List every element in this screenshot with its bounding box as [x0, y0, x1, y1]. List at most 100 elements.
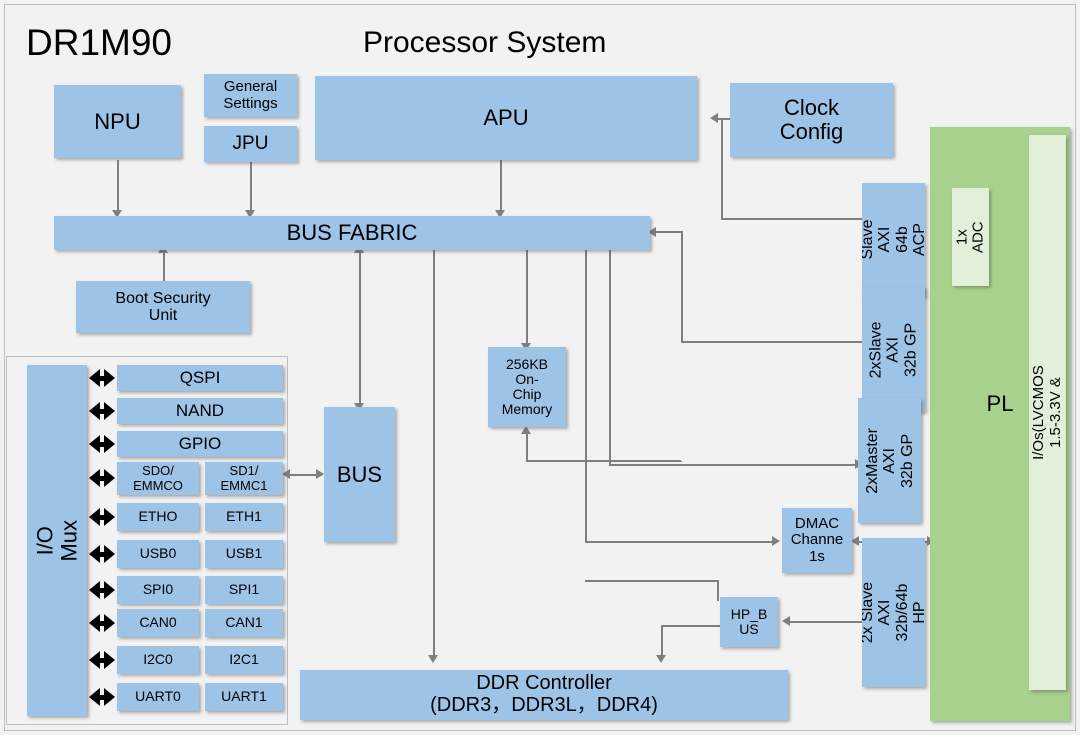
block-ddr-controller-label: DDR Controller (DDR3，DDR3L，DDR4) — [430, 672, 658, 716]
pl-interface-label: 2x Slave AXI 32b/64b HP — [862, 581, 925, 644]
mux-arrow-spi — [89, 581, 115, 599]
peripheral-label: SDO/ EMMCO — [133, 463, 183, 493]
mux-arrow-usb — [89, 545, 115, 563]
peripheral-etho[interactable]: ETHO — [117, 503, 199, 531]
connector-slaveaxihp-hpbus — [790, 621, 865, 623]
peripheral-label: SPI1 — [228, 581, 260, 598]
peripheral-i2c0[interactable]: I2C0 — [117, 646, 199, 674]
connector-hpbus-feed-h — [585, 580, 718, 582]
mux-arrow-sd — [89, 469, 115, 487]
peripheral-nand[interactable]: NAND — [117, 398, 283, 424]
peripheral-spi1[interactable]: SPI1 — [205, 576, 283, 604]
block-boot-security-unit-label: Boot Security Unit — [115, 289, 211, 324]
block-bus-fabric[interactable]: BUS FABRIC — [54, 216, 650, 250]
chip-name-title: DR1M90 — [26, 22, 172, 63]
pl-interface-slave-axi-64b-acp[interactable]: Slave AXI 64b ACP — [862, 183, 925, 297]
connector-busfabric-dmac-h — [585, 541, 777, 543]
block-io-mux[interactable]: I/O Mux — [27, 365, 87, 716]
connector-busfabric-ddr — [433, 250, 435, 660]
block-diagram-canvas: DR1M90 Processor System NPU General Sett… — [0, 0, 1080, 735]
block-hp-bus[interactable]: HP_B US — [720, 597, 778, 647]
connector-busfabric-right-v — [681, 231, 683, 342]
peripheral-can0[interactable]: CAN0 — [117, 609, 199, 637]
mux-arrow-i2c — [89, 651, 115, 669]
peripheral-qspi[interactable]: QSPI — [117, 365, 283, 391]
block-general-settings[interactable]: General Settings — [204, 74, 297, 117]
block-dmac-channels[interactable]: DMAC Channe 1s — [782, 508, 852, 573]
block-adc[interactable]: 1x ADC — [952, 188, 989, 286]
pl-interface-label: 2xMaster AXI 32b GP — [863, 427, 916, 494]
peripheral-gpio[interactable]: GPIO — [117, 431, 283, 457]
block-bus-label: BUS — [336, 461, 383, 487]
peripheral-label: ETHO — [138, 508, 178, 525]
block-general-settings-label: General Settings — [223, 78, 278, 112]
block-npu[interactable]: NPU — [54, 85, 181, 158]
block-dmac-channels-label: DMAC Channe 1s — [790, 515, 844, 565]
peripheral-uart1[interactable]: UART1 — [205, 683, 283, 711]
peripheral-can1[interactable]: CAN1 — [205, 609, 283, 637]
arrowhead-dmac-in — [772, 536, 780, 546]
connector-busfabric-dmac-v — [585, 250, 587, 542]
connector-hpbus-ddr-v — [661, 625, 663, 659]
mux-arrow-gpio — [89, 435, 115, 453]
peripheral-label: USB0 — [139, 545, 177, 562]
block-on-chip-memory[interactable]: 256KB On- Chip Memory — [488, 347, 566, 427]
block-apu[interactable]: APU — [315, 76, 697, 160]
arrowhead-clock-apu — [710, 113, 718, 123]
block-multi-standard-io[interactable]: Multi-Standard I/Os(LVCMOS 1.5-3.3V & LV… — [1029, 135, 1066, 690]
peripheral-label: UART0 — [135, 688, 181, 705]
block-ddr-controller[interactable]: DDR Controller (DDR3，DDR3L，DDR4) — [300, 670, 788, 720]
block-hp-bus-label: HP_B US — [730, 605, 768, 637]
block-io-mux-label: I/O Mux — [32, 519, 81, 562]
block-npu-label: NPU — [94, 108, 141, 134]
peripheral-i2c1[interactable]: I2C1 — [205, 646, 283, 674]
peripheral-usb1[interactable]: USB1 — [205, 540, 283, 568]
peripheral-label: NAND — [175, 400, 225, 420]
peripheral-label: UART1 — [221, 688, 267, 705]
arrowhead-busfabric-ddr — [428, 655, 438, 663]
block-bus[interactable]: BUS — [324, 407, 395, 542]
connector-bsu-busfabric — [163, 248, 165, 282]
connector-hpbus-feed-v — [717, 580, 719, 601]
mux-arrow-uart — [89, 688, 115, 706]
block-apu-label: APU — [483, 105, 529, 131]
peripheral-label: USB1 — [225, 545, 263, 562]
peripheral-label: QSPI — [179, 367, 221, 387]
block-jpu[interactable]: JPU — [204, 126, 297, 162]
block-jpu-label: JPU — [232, 132, 269, 154]
peripheral-sd1-emmc1[interactable]: SD1/ EMMC1 — [205, 462, 283, 495]
peripheral-uart0[interactable]: UART0 — [117, 683, 199, 711]
peripheral-label: CAN1 — [225, 614, 263, 631]
page-title: Processor System — [363, 26, 607, 59]
connector-ocm-bottom-v — [526, 431, 528, 461]
peripheral-usb0[interactable]: USB0 — [117, 540, 199, 568]
arrowhead-dmac-pl-left — [851, 536, 859, 546]
peripheral-label: GPIO — [178, 433, 222, 453]
pl-interface-2x-master-axi-32b-gp[interactable]: 2xMaster AXI 32b GP — [858, 398, 921, 523]
arrowhead-sd1-bus-right — [316, 469, 324, 479]
pl-interface-label: 2xSlave AXI 32b GP — [867, 321, 920, 378]
mux-arrow-qspi — [89, 369, 115, 387]
arrowhead-hpbus-ddr — [656, 655, 666, 663]
block-bus-fabric-label: BUS FABRIC — [286, 220, 418, 246]
connector-npu-busfabric — [117, 160, 119, 213]
mux-arrow-nand — [89, 402, 115, 420]
connector-busfabric-ocm — [526, 250, 528, 348]
peripheral-spi0[interactable]: SPI0 — [117, 576, 199, 604]
peripheral-label: CAN0 — [139, 614, 177, 631]
peripheral-eth1[interactable]: ETH1 — [205, 503, 283, 531]
peripheral-sdo-emmco[interactable]: SDO/ EMMCO — [117, 462, 199, 495]
block-clock-config[interactable]: Clock Config — [730, 83, 893, 157]
connector-hpbus-ddr-h — [661, 625, 720, 627]
pl-interface-2x-slave-axi-32b-gp[interactable]: 2xSlave AXI 32b GP — [862, 287, 925, 412]
connector-ocm-bottom-h — [526, 460, 681, 462]
connector-acp-busfabric-h — [721, 218, 865, 220]
arrowhead-slaveaxihp-hpbus — [782, 616, 790, 626]
block-clock-config-label: Clock Config — [779, 95, 844, 144]
block-boot-security-unit[interactable]: Boot Security Unit — [76, 281, 250, 333]
peripheral-label: ETH1 — [226, 508, 262, 525]
block-multi-standard-io-label: Multi-Standard I/Os(LVCMOS 1.5-3.3V & LV… — [1029, 365, 1066, 460]
peripheral-label: SD1/ EMMC1 — [220, 463, 268, 493]
pl-interface-2x-slave-axi-32b-64b-hp[interactable]: 2x Slave AXI 32b/64b HP — [862, 538, 925, 687]
pl-interface-label: Slave AXI 64b ACP — [862, 219, 925, 261]
